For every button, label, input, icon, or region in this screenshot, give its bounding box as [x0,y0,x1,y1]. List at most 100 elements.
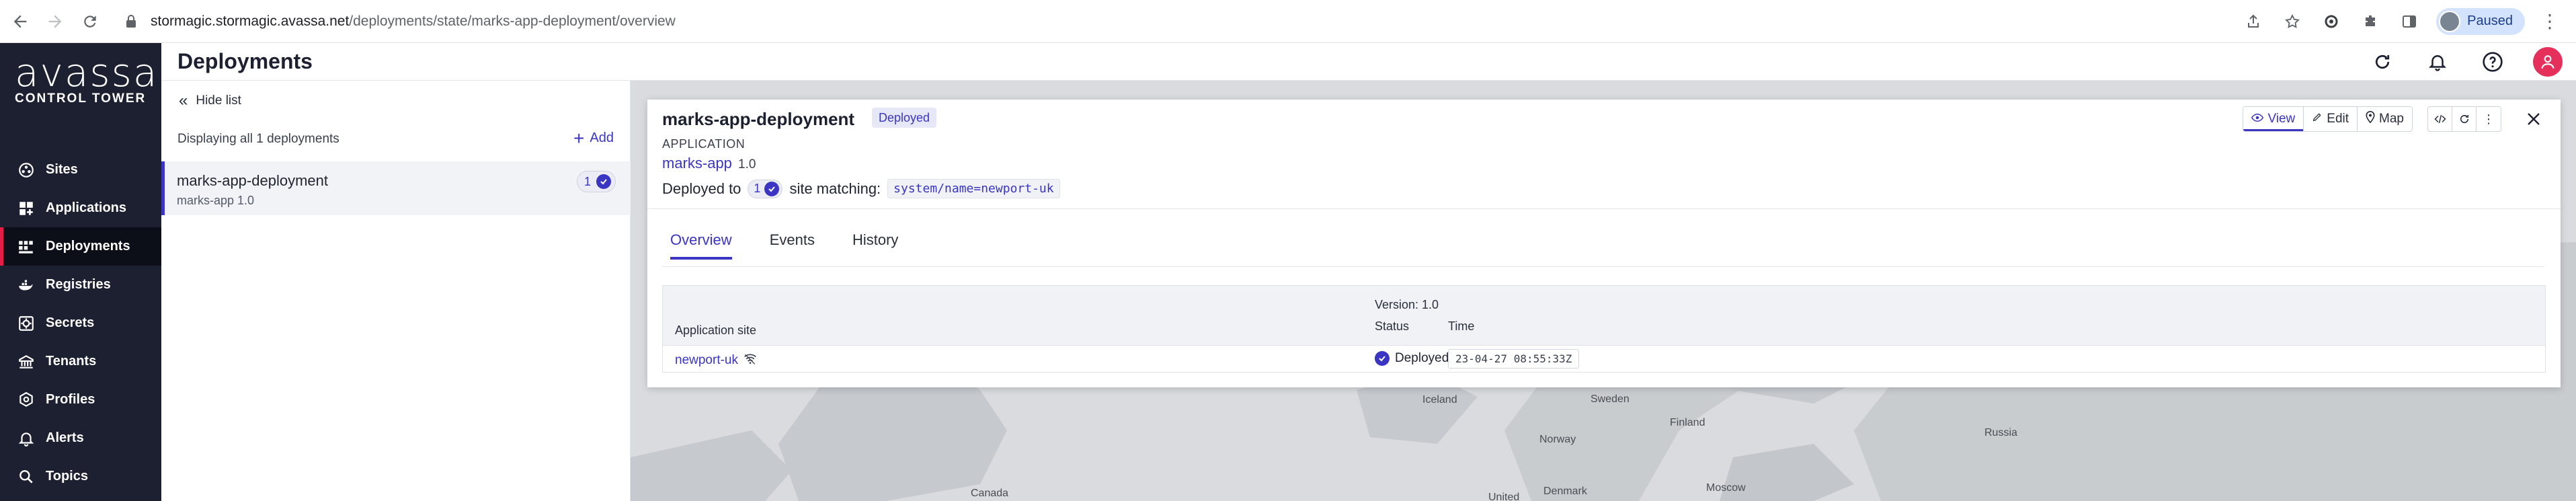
sidebar-item-secrets[interactable]: Secrets [0,304,161,342]
column-header-site: Application site [675,323,757,337]
add-deployment-button[interactable]: + Add [573,127,614,149]
sidebar-item-label: Sites [46,162,78,177]
address-bar[interactable]: stormagic.stormagic.avassa.net/deploymen… [125,5,2241,38]
add-label: Add [590,130,614,145]
sites-icon [16,160,36,180]
edit-label: Edit [2327,112,2349,126]
list-item-name: marks-app-deployment [177,172,328,189]
tab-history[interactable]: History [852,231,898,260]
sidebar-item-label: Alerts [46,430,84,445]
site-link[interactable]: newport-uk [675,352,757,369]
close-icon[interactable] [2522,107,2546,131]
map-label-finland: Finland [1670,417,1705,428]
version-header: Version: 1.0 [1375,298,1439,311]
notifications-bell-icon[interactable] [2423,47,2452,77]
application-link[interactable]: marks-app [662,155,732,172]
wifi-signal-icon [743,352,757,369]
map-label-denmark: Denmark [1543,486,1587,497]
sidebar-item-tenants[interactable]: Tenants [0,342,161,381]
status-text: Deployed [1395,351,1449,365]
list-item-subtitle: marks-app 1.0 [177,194,255,207]
column-header-time: Time [1448,319,1475,333]
check-circle-icon [1375,351,1390,366]
profile-button[interactable]: Paused [2436,7,2525,35]
hide-list-button[interactable]: « Hide list [179,91,241,110]
sidebar-item-label: Topics [46,469,88,484]
application-version: 1.0 [738,157,756,171]
list-item[interactable]: marks-app-deployment marks-app 1.0 1 [161,161,631,215]
sidebar-item-label: Applications [46,200,127,215]
share-icon[interactable] [2241,9,2265,34]
extensions-puzzle-icon[interactable] [2358,9,2382,34]
sidebar-item-label: Secrets [46,315,95,330]
forward-icon[interactable] [40,7,70,36]
side-panel-icon[interactable] [2397,9,2421,34]
redeploy-icon[interactable] [2452,107,2477,131]
sidebar-item-sites[interactable]: Sites [0,151,161,189]
app-header: Deployments [161,43,2576,81]
map-label-russia: Russia [1984,427,2017,438]
url-path: /deployments/state/marks-app-deployment/… [349,13,676,29]
logo[interactable]: avassa CONTROL TOWER [0,43,161,106]
sidebar-item-label: Registries [46,277,111,292]
browser-toolbar: stormagic.stormagic.avassa.net/deploymen… [0,0,2576,43]
url-host: stormagic.stormagic.avassa.net [151,13,350,29]
detail-tabs: Overview Events History [670,231,936,260]
sidebar-nav: Sites Applications Deployments Registrie… [0,151,161,496]
refresh-icon[interactable] [2368,47,2397,77]
deployments-icon [16,237,36,257]
bookmark-star-icon[interactable] [2280,9,2304,34]
map-label-norway: Norway [1539,434,1576,445]
tab-events[interactable]: Events [770,231,815,260]
double-chevron-left-icon: « [179,91,188,110]
status-badge: Deployed [872,108,937,128]
view-button[interactable]: View [2243,107,2304,131]
secrets-icon [16,313,36,334]
back-icon[interactable] [5,7,35,36]
application-site-table: Version: 1.0 Application site Status Tim… [662,285,2546,373]
sidebar-item-label: Tenants [46,354,97,369]
sidebar-item-applications[interactable]: Applications [0,189,161,227]
site-count-badge: 1 [748,179,783,198]
extension-sync-icon[interactable] [2319,9,2343,34]
site-count: 1 [754,182,761,195]
table-header: Version: 1.0 Application site Status Tim… [663,286,2545,345]
logo-subtitle: CONTROL TOWER [15,91,147,106]
detail-toolbar: View Edit Map ⋮ [2243,106,2546,132]
site-count-badge: 1 [576,171,616,192]
profiles-icon [16,390,36,410]
lock-icon [125,14,140,29]
logo-wordmark: avassa [15,50,159,95]
user-avatar-icon[interactable] [2533,46,2563,77]
tab-overview[interactable]: Overview [670,231,732,260]
help-icon[interactable] [2478,47,2507,77]
reload-icon[interactable] [75,7,105,36]
map-label-sweden: Sweden [1591,393,1629,405]
map-button[interactable]: Map [2358,107,2412,131]
deployment-list-panel: « Hide list Displaying all 1 deployments… [161,81,631,501]
sidebar-item-alerts[interactable]: Alerts [0,419,161,457]
map-label-canada: Canada [971,488,1009,499]
view-mode-group: View Edit Map [2243,106,2413,132]
table-row: newport-uk Deployed 23-04-27 08:55:33Z [663,345,2545,372]
sidebar-item-profiles[interactable]: Profiles [0,381,161,419]
alerts-icon [16,428,36,449]
plus-icon: + [573,127,585,149]
sidebar-item-topics[interactable]: Topics [0,457,161,496]
type-label: APPLICATION [662,137,746,151]
row-time: 23-04-27 08:55:33Z [1448,349,1580,369]
action-group: ⋮ [2427,106,2501,132]
edit-button[interactable]: Edit [2304,107,2358,131]
map-label: Map [2379,112,2404,126]
sidebar-item-deployments[interactable]: Deployments [0,227,161,266]
code-icon[interactable] [2428,107,2452,131]
tabs-underline [662,266,2544,267]
deployment-title: marks-app-deployment [662,109,855,129]
view-label: View [2267,112,2296,126]
check-circle-icon [596,174,611,189]
divider [647,208,2561,209]
more-options-icon[interactable]: ⋮ [2477,107,2501,131]
sidebar: avassa CONTROL TOWER Sites Applications … [0,43,161,501]
browser-menu-icon[interactable]: ⋮ [2540,10,2560,32]
sidebar-item-registries[interactable]: Registries [0,266,161,304]
